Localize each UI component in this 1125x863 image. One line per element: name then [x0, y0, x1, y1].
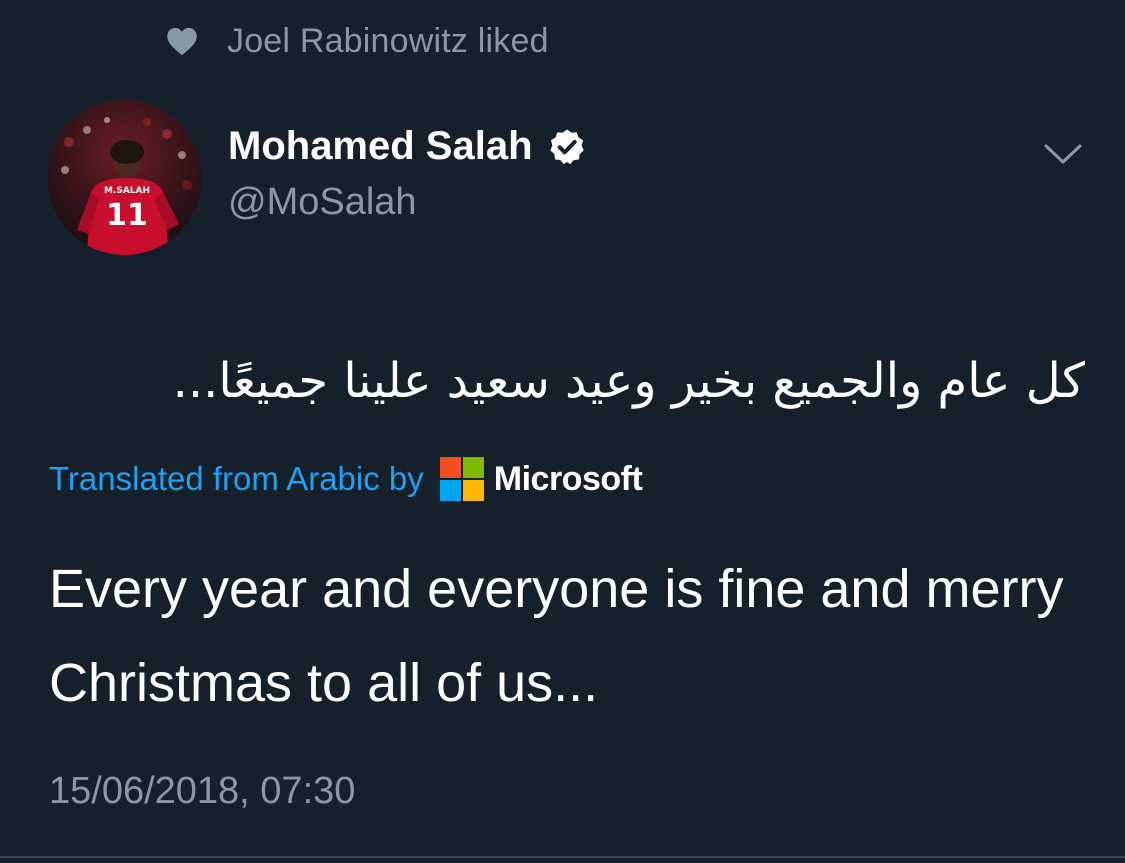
tweet-card[interactable]: Joel Rabinowitz liked M.SALAH 11 Mohamed… — [0, 0, 1125, 863]
translated-from-label: Translated from Arabic by — [49, 460, 424, 497]
author-handle[interactable]: @MoSalah — [228, 181, 417, 224]
author-name-row[interactable]: Mohamed Salah — [228, 124, 587, 169]
divider — [0, 856, 1125, 858]
tweet-timestamp[interactable]: 15/06/2018, 07:30 — [49, 770, 355, 813]
tweet-original-text: كل عام والجميع بخير وعيد سعيد علينا جميع… — [172, 353, 1085, 409]
social-context: Joel Rabinowitz liked — [165, 18, 549, 64]
avatar-jersey-name: M.SALAH — [104, 186, 150, 196]
display-name[interactable]: Mohamed Salah — [228, 124, 533, 169]
liked-by-text[interactable]: Joel Rabinowitz liked — [227, 22, 549, 61]
avatar[interactable]: M.SALAH 11 — [47, 100, 202, 255]
avatar-jersey-number: 11 — [106, 198, 148, 233]
tweet-translated-text: Every year and everyone is fine and merr… — [49, 559, 1064, 713]
translation-attribution: Translated from Arabic by Microsoft — [49, 454, 643, 504]
chevron-down-icon — [1044, 143, 1082, 170]
tweet-options-button[interactable] — [1036, 134, 1090, 178]
microsoft-logo-icon — [439, 457, 484, 501]
translation-provider: Microsoft — [493, 459, 643, 498]
verified-badge-icon — [547, 127, 587, 167]
heart-icon — [165, 24, 199, 58]
